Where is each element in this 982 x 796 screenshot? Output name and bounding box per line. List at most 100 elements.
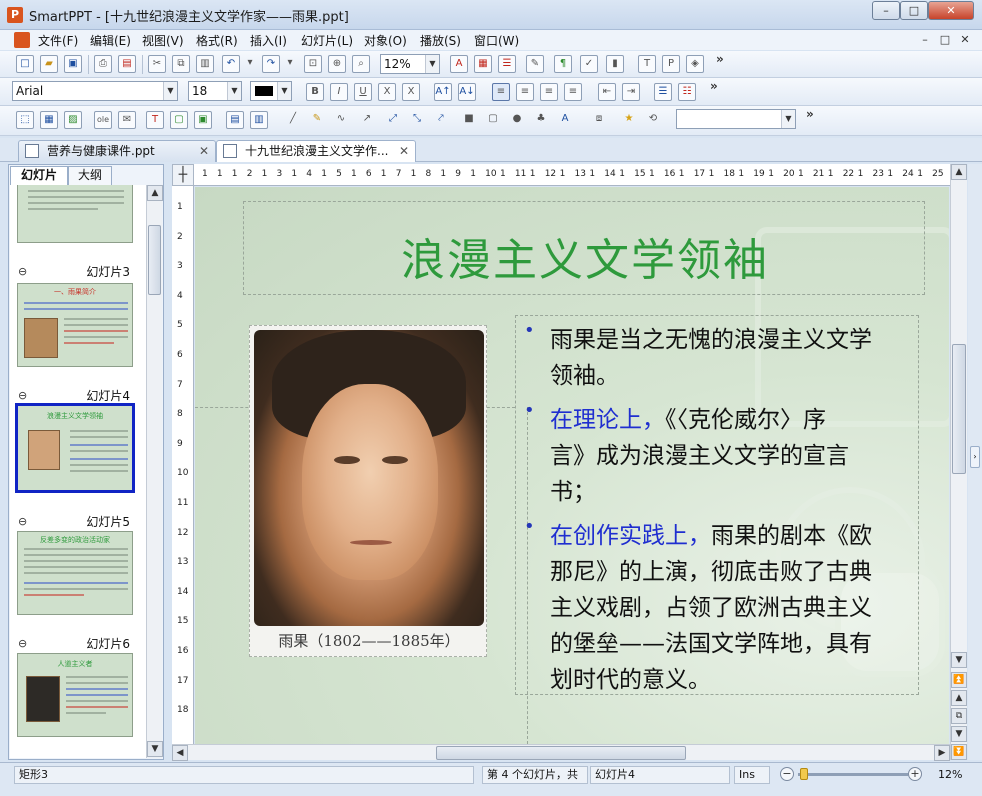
tab-outline[interactable]: 大纲 [68, 166, 112, 185]
curve-icon[interactable]: ∿ [332, 111, 350, 129]
zoom-combo[interactable]: 12% ▼ [380, 54, 440, 74]
insert-list-icon[interactable]: ☰ [498, 55, 516, 73]
chevron-down-icon[interactable]: ▼ [227, 82, 241, 100]
body-text-placeholder[interactable]: • 雨果是当之无愧的浪漫主义文学 领袖。 • 在理论上，《〈克伦威尔〉序 言》成… [515, 315, 919, 695]
chevron-down-icon[interactable]: ▼ [163, 82, 177, 100]
portrait-image[interactable]: 雨果（1802——1885年） [249, 325, 487, 657]
save-icon[interactable]: ▣ [64, 55, 82, 73]
chevron-down-icon[interactable]: ▼ [425, 55, 439, 73]
mdi-minimize-button[interactable]: – [916, 32, 934, 48]
scroll-thumb[interactable] [148, 225, 161, 295]
paragraph-mark-icon[interactable]: ¶ [554, 55, 572, 73]
ruler-origin-button[interactable]: ┼ [172, 164, 194, 186]
slide-canvas[interactable]: 浪漫主义文学领袖 雨果（1802——1885年） • 雨果是当之无愧的浪漫主义文… [195, 187, 949, 744]
maximize-button[interactable]: □ [900, 1, 928, 20]
vertical-scrollbar[interactable]: ▲ ▼ ⏫ ▲ ⧉ ▼ ⏬ [950, 164, 967, 760]
slide-view-icon[interactable]: ⧉ [951, 708, 967, 724]
scroll-left-icon[interactable]: ◀ [172, 745, 188, 761]
scroll-down-icon[interactable]: ▼ [147, 741, 163, 757]
menu-insert[interactable]: 插入(I) [250, 32, 287, 49]
font-name-combo[interactable]: Arial ▼ [12, 81, 178, 101]
spellcheck-icon[interactable]: ✓ [580, 55, 598, 73]
pencil-icon[interactable]: ✎ [308, 111, 326, 129]
cut-icon[interactable]: ✂ [148, 55, 166, 73]
document-icon[interactable] [14, 32, 30, 48]
chart-icon[interactable]: ▮ [606, 55, 624, 73]
menu-slide[interactable]: 幻灯片(L) [301, 32, 353, 49]
slide-layout-icon[interactable]: ▤ [226, 111, 244, 129]
grow-font-icon[interactable]: A↑ [434, 83, 452, 101]
toolbar-more-icon[interactable]: » [710, 79, 718, 93]
image-frame-icon[interactable]: ▨ [64, 111, 82, 129]
tab-hugo-ppt[interactable]: 十九世纪浪漫主义文学作... ✕ [216, 140, 416, 162]
align-left-icon[interactable]: ≡ [492, 83, 510, 101]
underline-button[interactable]: U [354, 83, 372, 101]
font-size-combo[interactable]: 18 ▼ [188, 81, 242, 101]
last-slide-icon[interactable]: ⏬ [951, 744, 967, 760]
slide-design-icon[interactable]: ▥ [250, 111, 268, 129]
decrease-indent-icon[interactable]: ⇤ [598, 83, 616, 101]
shape-frame-icon[interactable]: ▢ [170, 111, 188, 129]
connector-icon[interactable]: ⤢ [384, 111, 402, 129]
mdi-restore-button[interactable]: □ [936, 32, 954, 48]
shrink-font-icon[interactable]: A↓ [458, 83, 476, 101]
tab-nutrition-ppt[interactable]: 营养与健康课件.ppt ✕ [18, 140, 216, 162]
text-frame-icon[interactable]: T [638, 55, 656, 73]
chevron-down-icon[interactable]: ▼ [277, 82, 291, 100]
slide-thumbnail[interactable]: 一、雨果简介 [17, 283, 133, 367]
increase-indent-icon[interactable]: ⇥ [622, 83, 640, 101]
align-center-icon[interactable]: ≡ [516, 83, 534, 101]
rectangle-icon[interactable]: ■ [460, 111, 478, 129]
scroll-down-icon[interactable]: ▼ [951, 652, 967, 668]
layers-icon[interactable]: ◈ [686, 55, 704, 73]
scroll-thumb[interactable] [952, 344, 966, 474]
italic-button[interactable]: I [330, 83, 348, 101]
redo-icon[interactable]: ↷ [262, 55, 280, 73]
font-color-combo[interactable]: ▼ [250, 81, 292, 101]
bold-button[interactable]: B [306, 83, 324, 101]
paste-icon[interactable]: ▥ [196, 55, 214, 73]
one-to-one-icon[interactable]: ⊡ [304, 55, 322, 73]
print-icon[interactable]: ⎙ [94, 55, 112, 73]
arrow-line-icon[interactable]: ↗ [358, 111, 376, 129]
zoom-slider[interactable] [798, 773, 908, 776]
slide-thumbnail[interactable]: 人道主义者 [17, 653, 133, 737]
title-placeholder[interactable]: 浪漫主义文学领袖 [243, 201, 925, 295]
previous-slide-icon[interactable]: ▲ [951, 690, 967, 706]
menu-window[interactable]: 窗口(W) [474, 32, 519, 49]
menu-file[interactable]: 文件(F) [38, 32, 78, 49]
envelope-icon[interactable]: ✉ [118, 111, 136, 129]
slide-thumbnail-selected[interactable]: 浪漫主义文学领袖 [15, 403, 135, 493]
zoom-in-button[interactable]: + [908, 767, 922, 781]
ellipse-icon[interactable]: ● [508, 111, 526, 129]
horizontal-scrollbar[interactable]: ◀ ▶ [172, 744, 950, 761]
panel-collapse-icon[interactable]: › [970, 446, 980, 468]
thumbnail-scrollbar[interactable]: ▲ ▼ [146, 185, 163, 758]
star-icon[interactable]: ★ [620, 111, 638, 129]
elbow-connector-icon[interactable]: ⤡ [408, 111, 426, 129]
new-icon[interactable]: □ [16, 55, 34, 73]
next-slide-icon[interactable]: ▼ [951, 726, 967, 742]
bullet-list-icon[interactable]: ☰ [654, 83, 672, 101]
close-icon[interactable]: ✕ [399, 141, 409, 161]
chevron-down-icon[interactable]: ▼ [781, 110, 795, 128]
open-folder-icon[interactable]: ▰ [40, 55, 58, 73]
mdi-close-button[interactable]: ✕ [956, 32, 974, 48]
menu-object[interactable]: 对象(O) [364, 32, 407, 49]
scroll-up-icon[interactable]: ▲ [147, 185, 163, 201]
menu-play[interactable]: 播放(S) [420, 32, 461, 49]
copy-icon[interactable]: ⧉ [172, 55, 190, 73]
close-icon[interactable]: ✕ [199, 141, 209, 161]
redo-dropdown-icon[interactable]: ▾ [284, 55, 296, 73]
pdf-icon[interactable]: ▤ [118, 55, 136, 73]
menu-edit[interactable]: 编辑(E) [90, 32, 131, 49]
group-icon[interactable]: ⧈ [590, 111, 608, 129]
ole-object-icon[interactable]: ole [94, 111, 112, 129]
toolbar-more-icon[interactable]: » [716, 52, 724, 66]
curved-connector-icon[interactable]: ⤤ [432, 111, 450, 129]
scroll-up-icon[interactable]: ▲ [951, 164, 967, 180]
zoom-out-button[interactable]: − [780, 767, 794, 781]
strikethrough-icon[interactable]: X [378, 83, 396, 101]
undo-icon[interactable]: ↶ [222, 55, 240, 73]
scroll-thumb[interactable] [436, 746, 686, 760]
